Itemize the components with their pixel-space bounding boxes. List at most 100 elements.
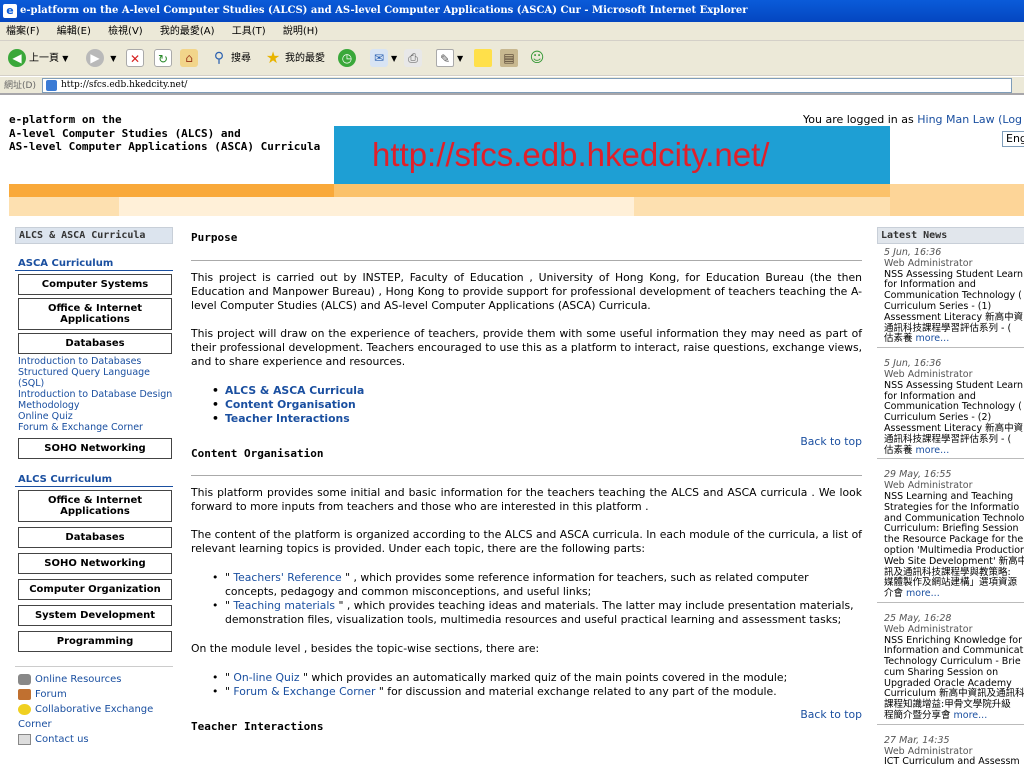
- address-input[interactable]: http://sfcs.edb.hkedcity.net/: [42, 78, 1012, 93]
- stop-button[interactable]: ✕: [126, 49, 147, 69]
- smiley-icon: [18, 703, 31, 715]
- alcs-curriculum-link[interactable]: ALCS Curriculum: [15, 474, 173, 487]
- list-item: Content Organisation: [191, 398, 862, 412]
- messenger-icon: ☺: [529, 50, 545, 66]
- news-more-link[interactable]: more...: [916, 333, 950, 344]
- toc-curricula-link[interactable]: ALCS & ASCA Curricula: [225, 384, 364, 397]
- nav-asca-office-internet[interactable]: Office & Internet Applications: [18, 298, 172, 330]
- messenger-button[interactable]: ☺: [528, 49, 549, 69]
- news-item: 25 May, 16:28 Web Administrator NSS Enrich…: [877, 610, 1024, 725]
- forward-button[interactable]: ▶ ▼: [86, 49, 116, 69]
- search-button[interactable]: ⚲ 搜尋: [210, 49, 251, 69]
- asca-curriculum-link[interactable]: ASCA Curriculum: [15, 258, 173, 271]
- header-stripe-light: [119, 197, 634, 216]
- module-paragraph: On the module level , besides the topic-…: [191, 642, 540, 655]
- teaching-materials-link[interactable]: Teaching materials: [233, 599, 335, 612]
- header-stripe-mid: [334, 184, 890, 197]
- news-text: option 'Multimedia Production: [884, 544, 1024, 556]
- menu-favorites[interactable]: 我的最愛(A): [160, 26, 215, 37]
- divider: [191, 475, 862, 476]
- nav-divider: [15, 666, 173, 667]
- news-list: 5 Jun, 16:36 Web Administrator NSS Assessi…: [877, 244, 1024, 768]
- main-content: Purpose This project is carried out by I…: [191, 227, 862, 736]
- refresh-button[interactable]: ↻: [154, 49, 175, 69]
- nav-alcs-programming[interactable]: Programming: [18, 631, 172, 652]
- latest-news-heading: Latest News: [877, 227, 1024, 244]
- nav-alcs-office-internet[interactable]: Office & Internet Applications: [18, 490, 172, 522]
- menu-view[interactable]: 檢視(V): [108, 26, 143, 37]
- left-nav: ALCS & ASCA Curricula ASCA Curriculum Co…: [15, 227, 173, 667]
- menu-file[interactable]: 檔案(F): [6, 26, 40, 37]
- nav-sql[interactable]: Structured Query Language (SQL): [15, 367, 173, 389]
- back-button[interactable]: ◀ 上一頁 ▼: [8, 49, 68, 69]
- edit-button[interactable]: ✎ ▼: [436, 49, 463, 69]
- news-text: NSS Assessing Student Learn: [884, 268, 1024, 280]
- book-icon: ▤: [500, 49, 518, 67]
- module-list: " On-line Quiz " which provides an autom…: [191, 671, 862, 699]
- news-text: Assessment Literacy 新高中資: [884, 311, 1024, 323]
- menu-tools[interactable]: 工具(T): [232, 26, 266, 37]
- news-text: 估素養: [884, 333, 913, 345]
- toc-interactions-link[interactable]: Teacher Interactions: [225, 412, 350, 425]
- news-more-link[interactable]: more...: [954, 710, 988, 721]
- page-icon: [46, 80, 57, 91]
- nav-asca-databases[interactable]: Databases: [18, 333, 172, 354]
- menu-edit[interactable]: 編輯(E): [57, 26, 91, 37]
- news-text: 訊及通訊科技課程學與教策略:: [884, 566, 1011, 578]
- nav-alcs-computer-organization[interactable]: Computer Organization: [18, 579, 172, 600]
- interactions-heading: Teacher Interactions: [191, 720, 324, 733]
- purpose-paragraph-1: This project is carried out by INSTEP, F…: [191, 271, 862, 312]
- user-link[interactable]: Hing Man Law (Log: [917, 113, 1022, 126]
- toc-content-link[interactable]: Content Organisation: [225, 398, 356, 411]
- nav-alcs-databases[interactable]: Databases: [18, 527, 172, 548]
- nav-online-quiz[interactable]: Online Quiz: [15, 411, 173, 422]
- teachers-reference-link[interactable]: Teachers' Reference: [233, 571, 341, 584]
- news-text: 估素養: [884, 444, 913, 456]
- nav-intro-databases[interactable]: Introduction to Databases: [15, 356, 173, 367]
- forum-link[interactable]: Forum: [18, 687, 178, 702]
- news-text: Curriculum Series - (1): [884, 300, 992, 312]
- contact-link[interactable]: Contact us: [18, 732, 178, 747]
- print-button[interactable]: ⎙: [404, 49, 425, 69]
- forum-exchange-link[interactable]: Forum & Exchange Corner: [233, 685, 375, 698]
- divider: [191, 260, 862, 261]
- news-more-link[interactable]: more...: [916, 445, 950, 456]
- nav-alcs-soho[interactable]: SOHO Networking: [18, 553, 172, 574]
- list-item: Teacher Interactions: [191, 412, 862, 426]
- discuss-button[interactable]: [474, 49, 495, 69]
- toc-list: ALCS & ASCA Curricula Content Organisati…: [191, 384, 862, 426]
- news-text: 媒體製作及網站建構」選項資源: [884, 577, 1018, 589]
- note-icon: [474, 49, 492, 67]
- news-item: 29 May, 16:55 Web Administrator NSS Learni…: [877, 466, 1024, 603]
- nav-alcs-system-development[interactable]: System Development: [18, 605, 172, 626]
- page-content: e-platform on the A-level Computer Studi…: [0, 97, 1024, 768]
- online-resources-link[interactable]: Online Resources: [18, 672, 178, 687]
- content-paragraph-2: The content of the platform is organized…: [191, 528, 862, 555]
- news-text: 程簡介暨分享會: [884, 710, 951, 722]
- news-item: 5 Jun, 16:36 Web Administrator NSS Assessi…: [877, 355, 1024, 460]
- nav-db-design[interactable]: Introduction to Database Design Methodol…: [15, 389, 173, 411]
- home-icon: ⌂: [180, 49, 198, 67]
- nav-forum-exchange[interactable]: Forum & Exchange Corner: [15, 422, 173, 433]
- home-button[interactable]: ⌂: [180, 49, 201, 69]
- menu-help[interactable]: 說明(H): [283, 26, 318, 37]
- window-title: e-platform on the A-level Computer Studi…: [20, 5, 748, 16]
- online-quiz-link[interactable]: On-line Quiz: [233, 671, 299, 684]
- login-status: You are logged in as Hing Man Law (Log: [803, 113, 1023, 126]
- news-text-line: 介會 more...: [884, 588, 1024, 600]
- favorites-button[interactable]: ★ 我的最愛: [264, 49, 325, 69]
- language-select[interactable]: Eng: [1002, 131, 1024, 147]
- printer-icon: ⎙: [404, 49, 422, 67]
- news-more-link[interactable]: more...: [906, 588, 940, 599]
- nav-asca-soho[interactable]: SOHO Networking: [18, 438, 172, 459]
- database-icon: [18, 673, 31, 685]
- history-button[interactable]: ◷: [338, 49, 359, 69]
- research-button[interactable]: ▤: [500, 49, 521, 69]
- address-label: 網址(D): [4, 81, 36, 91]
- forum-icon: [18, 688, 31, 700]
- nav-asca-computer-systems[interactable]: Computer Systems: [18, 274, 172, 295]
- mail-button[interactable]: ✉ ▼: [370, 49, 397, 69]
- collab-exchange-link[interactable]: Collaborative Exchange Corner: [18, 702, 178, 732]
- content-heading: Content Organisation: [191, 447, 324, 460]
- window-titlebar: e e-platform on the A-level Computer Stu…: [0, 0, 1024, 22]
